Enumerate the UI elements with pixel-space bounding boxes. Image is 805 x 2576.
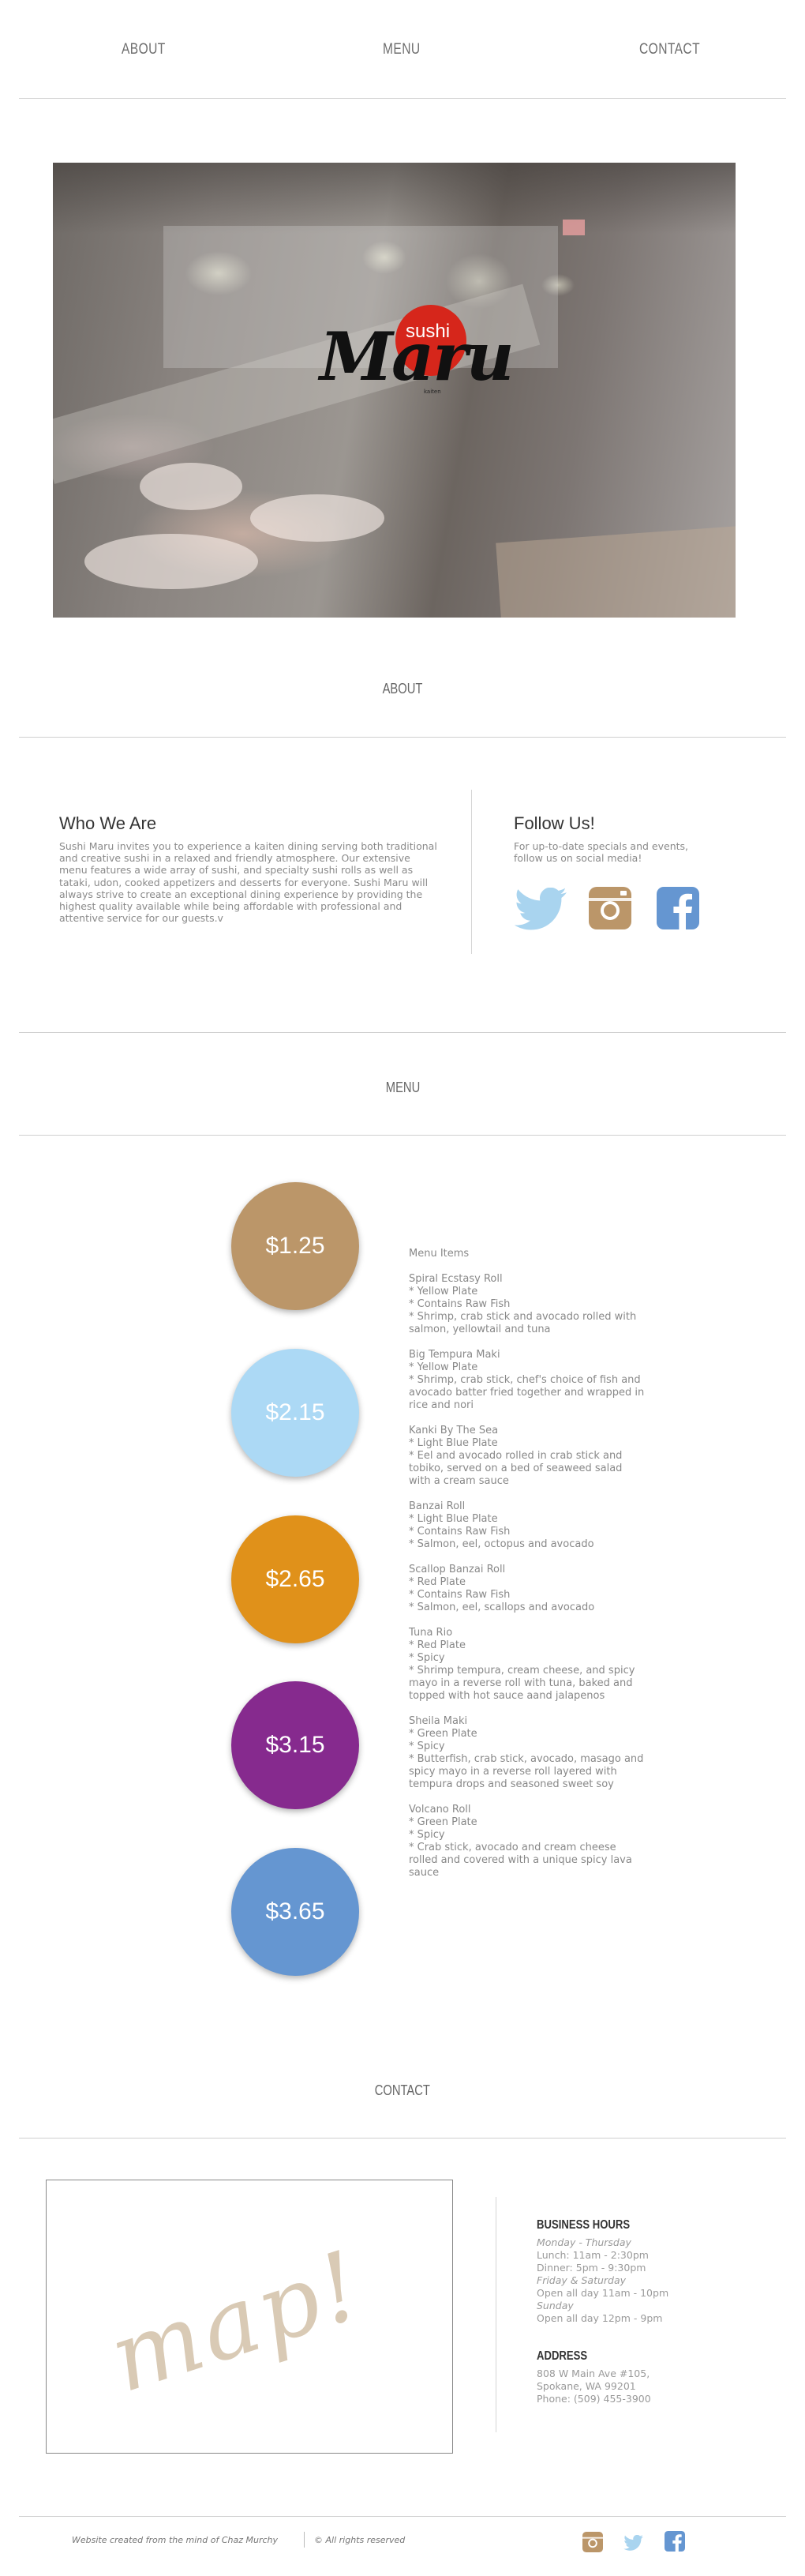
- address-line: Phone: (509) 455-3900: [537, 2393, 651, 2405]
- hours-line: Sunday: [537, 2300, 574, 2311]
- map-label: map!: [97, 2229, 376, 2415]
- hours-line: Lunch: 11am - 2:30pm: [537, 2249, 649, 2261]
- about-section-title: ABOUT: [382, 681, 423, 697]
- menu-item-details: * Green Plate * Spicy * Crab stick, avoc…: [409, 1816, 632, 1879]
- map-placeholder[interactable]: map!: [46, 2180, 453, 2454]
- menu-item-name: Sheila Maki: [409, 1715, 468, 1727]
- business-hours-heading: BUSINESS HOURS: [537, 2218, 631, 2232]
- menu-item: Volcano Roll * Green Plate * Spicy * Crab…: [409, 1804, 646, 1879]
- hours-line: Dinner: 5pm - 9:30pm: [537, 2262, 646, 2274]
- nav-about-link[interactable]: ABOUT: [122, 41, 166, 58]
- who-we-are: Who We Are Sushi Maru invites you to exp…: [59, 813, 438, 924]
- menu-item-details: * Red Plate * Spicy * Shrimp tempura, cr…: [409, 1639, 635, 1702]
- footer-twitter-icon[interactable]: [623, 2535, 644, 2551]
- address-line: Spokane, WA 99201: [537, 2380, 636, 2392]
- menu-item-name: Tuna Rio: [409, 1627, 453, 1639]
- menu-item: Banzai Roll * Light Blue Plate * Contains…: [409, 1500, 646, 1551]
- footer-rights: © All rights reserved: [314, 2535, 406, 2545]
- contact-divider: [19, 2138, 786, 2139]
- menu-item: Sheila Maki * Green Plate * Spicy * Butte…: [409, 1715, 646, 1791]
- top-nav: ABOUT MENU CONTACT: [0, 0, 805, 98]
- hours-line: Monday - Thursday: [537, 2236, 631, 2248]
- menu-item-name: Banzai Roll: [409, 1500, 466, 1512]
- exit-sign: [563, 220, 585, 235]
- hours-line: Friday & Saturday: [537, 2274, 627, 2286]
- menu-item-details: * Green Plate * Spicy * Butterfish, crab…: [409, 1728, 644, 1790]
- menu-items-heading: Menu Items: [409, 1248, 470, 1260]
- contact-section-title: CONTACT: [374, 2082, 431, 2098]
- menu-item-details: * Light Blue Plate * Eel and avocado rol…: [409, 1437, 623, 1487]
- footer-facebook-icon[interactable]: [665, 2531, 685, 2552]
- address-line: 808 W Main Ave #105,: [537, 2368, 650, 2379]
- logo-subtext: kaiten: [424, 389, 441, 395]
- footer-instagram-icon[interactable]: [582, 2532, 603, 2552]
- about-bottom-divider: [19, 1032, 786, 1033]
- address-heading: ADDRESS: [537, 2349, 588, 2363]
- menu-item: Tuna Rio * Red Plate * Spicy * Shrimp tem…: [409, 1627, 646, 1703]
- follow-us-text: For up-to-date specials and events, foll…: [514, 840, 689, 865]
- hours-line: Open all day 11am - 10pm: [537, 2287, 669, 2299]
- menu-section-title: MENU: [385, 1080, 420, 1095]
- price-circle: $1.25: [231, 1182, 359, 1310]
- twitter-icon[interactable]: [515, 888, 568, 930]
- price-circle: $3.15: [231, 1681, 359, 1809]
- menu-item-name: Big Tempura Maki: [409, 1349, 500, 1361]
- menu-item-details: * Yellow Plate * Shrimp, crab stick, che…: [409, 1361, 645, 1411]
- follow-us-heading: Follow Us!: [514, 813, 595, 833]
- menu-item-name: Scallop Banzai Roll: [409, 1564, 506, 1575]
- footer-divider: [19, 2516, 786, 2517]
- menu-item: Scallop Banzai Roll * Red Plate * Contain…: [409, 1564, 646, 1614]
- menu-items-list: Menu Items Spiral Ecstasy Roll * Yellow P…: [409, 1248, 646, 1892]
- menu-item: Big Tempura Maki * Yellow Plate * Shrimp,…: [409, 1349, 646, 1412]
- menu-item-name: Kanki By The Sea: [409, 1425, 499, 1436]
- nav-divider: [19, 98, 786, 99]
- menu-item-details: * Yellow Plate * Contains Raw Fish * Shr…: [409, 1286, 637, 1335]
- menu-divider: [19, 1135, 786, 1136]
- facebook-icon[interactable]: [657, 887, 699, 929]
- menu-item-name: Spiral Ecstasy Roll: [409, 1273, 503, 1285]
- price-circle: $2.65: [231, 1515, 359, 1643]
- address: ADDRESS 808 W Main Ave #105, Spokane, WA …: [537, 2350, 734, 2405]
- menu-item-details: * Red Plate * Contains Raw Fish * Salmon…: [409, 1576, 595, 1613]
- hours-line: Open all day 12pm - 9pm: [537, 2312, 663, 2324]
- who-we-are-text: Sushi Maru invites you to experience a k…: [59, 840, 437, 925]
- nav-contact-link[interactable]: CONTACT: [639, 41, 700, 58]
- menu-item: Spiral Ecstasy Roll * Yellow Plate * Cont…: [409, 1273, 646, 1336]
- menu-item-name: Volcano Roll: [409, 1804, 471, 1816]
- menu-item-details: * Light Blue Plate * Contains Raw Fish *…: [409, 1513, 594, 1550]
- who-we-are-heading: Who We Are: [59, 813, 157, 833]
- footer-separator: [304, 2532, 305, 2548]
- logo-maru-text: Maru: [320, 317, 515, 396]
- price-circle: $2.15: [231, 1349, 359, 1477]
- about-vertical-divider: [471, 790, 472, 954]
- follow-us: Follow Us! For up-to-date specials and e…: [514, 813, 711, 864]
- price-circle: $3.65: [231, 1848, 359, 1976]
- business-hours: BUSINESS HOURS Monday - Thursday Lunch: 1…: [537, 2219, 734, 2325]
- about-divider: [19, 737, 786, 738]
- hero-image: sushi Maru kaiten: [53, 163, 736, 618]
- instagram-icon[interactable]: [589, 887, 631, 929]
- footer-credit: Website created from the mind of Chaz Mu…: [72, 2535, 279, 2545]
- menu-item: Kanki By The Sea * Light Blue Plate * Eel…: [409, 1425, 646, 1488]
- nav-menu-link[interactable]: MENU: [383, 41, 421, 58]
